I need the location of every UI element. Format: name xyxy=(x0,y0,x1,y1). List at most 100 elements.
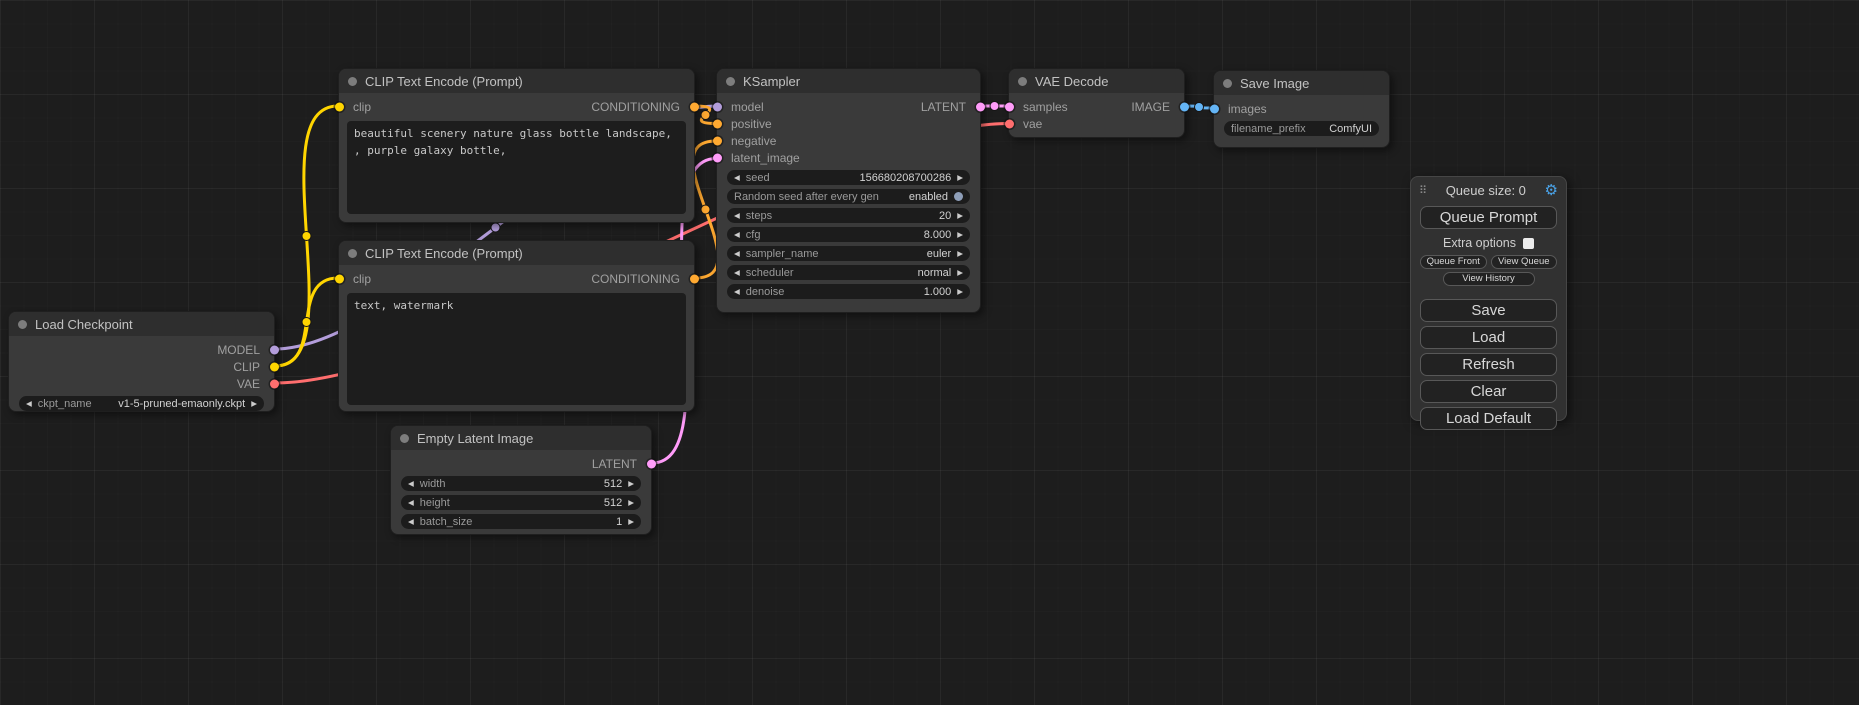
prev-value-icon[interactable]: ◀ xyxy=(26,400,32,408)
decrement-icon[interactable]: ◀ xyxy=(408,518,414,526)
queue-size-label: Queue size: 0 xyxy=(1427,183,1544,198)
collapse-dot-icon[interactable] xyxy=(1018,77,1027,86)
extra-options-label: Extra options xyxy=(1443,236,1516,250)
increment-icon[interactable]: ▶ xyxy=(957,212,963,220)
node-clip-text-encode-negative[interactable]: CLIP Text Encode (Prompt) clip CONDITION… xyxy=(338,240,695,412)
decrement-icon[interactable]: ◀ xyxy=(734,212,740,220)
save-button[interactable]: Save xyxy=(1420,299,1557,322)
negative-input-port[interactable] xyxy=(713,136,722,145)
increment-icon[interactable]: ▶ xyxy=(628,480,634,488)
node-title: KSampler xyxy=(743,74,800,89)
cfg-widget[interactable]: ◀ cfg 8.000 ▶ xyxy=(727,227,970,242)
seed-widget[interactable]: ◀ seed 156680208700286 ▶ xyxy=(727,170,970,185)
width-widget[interactable]: ◀ width 512 ▶ xyxy=(401,476,641,491)
model-input-port[interactable] xyxy=(713,102,722,111)
node-ksampler[interactable]: KSampler model LATENT positive negative … xyxy=(716,68,981,313)
port-label: images xyxy=(1228,102,1267,116)
queue-front-button[interactable]: Queue Front xyxy=(1420,255,1487,269)
collapse-dot-icon[interactable] xyxy=(348,249,357,258)
prev-value-icon[interactable]: ◀ xyxy=(734,269,740,277)
node-empty-latent-image[interactable]: Empty Latent Image LATENT ◀ width 512 ▶ … xyxy=(390,425,652,535)
decrement-icon[interactable]: ◀ xyxy=(408,480,414,488)
latent-output-port[interactable] xyxy=(647,459,656,468)
decrement-icon[interactable]: ◀ xyxy=(408,499,414,507)
node-title-bar[interactable]: KSampler xyxy=(717,69,980,93)
scheduler-widget[interactable]: ◀ scheduler normal ▶ xyxy=(727,265,970,280)
positive-input-port[interactable] xyxy=(713,119,722,128)
node-vae-decode[interactable]: VAE Decode samples IMAGE vae xyxy=(1008,68,1185,138)
vae-input-port[interactable] xyxy=(1005,119,1014,128)
batch-size-widget[interactable]: ◀ batch_size 1 ▶ xyxy=(401,514,641,529)
node-title: CLIP Text Encode (Prompt) xyxy=(365,246,523,261)
port-label: samples xyxy=(1023,100,1068,114)
conditioning-output-port[interactable] xyxy=(690,274,699,283)
collapse-dot-icon[interactable] xyxy=(400,434,409,443)
negative-prompt-textarea[interactable]: text, watermark xyxy=(347,293,686,405)
next-value-icon[interactable]: ▶ xyxy=(957,269,963,277)
clip-output-port[interactable] xyxy=(270,362,279,371)
view-queue-button[interactable]: View Queue xyxy=(1491,255,1558,269)
ckpt-name-widget[interactable]: ◀ ckpt_name v1-5-pruned-emaonly.ckpt ▶ xyxy=(19,396,264,411)
model-output-port[interactable] xyxy=(270,345,279,354)
vae-output-port[interactable] xyxy=(270,379,279,388)
increment-icon[interactable]: ▶ xyxy=(628,518,634,526)
drag-handle-icon[interactable]: ⠿ xyxy=(1419,184,1427,197)
clip-input-port[interactable] xyxy=(335,102,344,111)
load-default-button[interactable]: Load Default xyxy=(1420,407,1557,430)
node-title: CLIP Text Encode (Prompt) xyxy=(365,74,523,89)
link-midpoint-dot xyxy=(701,205,710,214)
node-title-bar[interactable]: CLIP Text Encode (Prompt) xyxy=(339,241,694,265)
node-title-bar[interactable]: CLIP Text Encode (Prompt) xyxy=(339,69,694,93)
increment-icon[interactable]: ▶ xyxy=(628,499,634,507)
toggle-indicator-icon xyxy=(954,192,963,201)
node-clip-text-encode-positive[interactable]: CLIP Text Encode (Prompt) clip CONDITION… xyxy=(338,68,695,223)
latent-image-input-port[interactable] xyxy=(713,153,722,162)
collapse-dot-icon[interactable] xyxy=(726,77,735,86)
images-input-port[interactable] xyxy=(1210,104,1219,113)
denoise-widget[interactable]: ◀ denoise 1.000 ▶ xyxy=(727,284,970,299)
prev-value-icon[interactable]: ◀ xyxy=(734,250,740,258)
increment-icon[interactable]: ▶ xyxy=(957,231,963,239)
port-label: CONDITIONING xyxy=(591,100,680,114)
decrement-icon[interactable]: ◀ xyxy=(734,174,740,182)
collapse-dot-icon[interactable] xyxy=(1223,79,1232,88)
clip-input-port[interactable] xyxy=(335,274,344,283)
collapse-dot-icon[interactable] xyxy=(18,320,27,329)
decrement-icon[interactable]: ◀ xyxy=(734,288,740,296)
refresh-button[interactable]: Refresh xyxy=(1420,353,1557,376)
conditioning-output-port[interactable] xyxy=(690,102,699,111)
next-value-icon[interactable]: ▶ xyxy=(251,400,257,408)
sampler-name-widget[interactable]: ◀ sampler_name euler ▶ xyxy=(727,246,970,261)
port-label: LATENT xyxy=(592,457,637,471)
settings-gear-icon[interactable]: ⚙ xyxy=(1545,183,1558,198)
latent-output-port[interactable] xyxy=(976,102,985,111)
node-graph-canvas[interactable]: Load Checkpoint MODEL CLIP VAE ◀ ckpt_na… xyxy=(0,0,1859,705)
node-title-bar[interactable]: VAE Decode xyxy=(1009,69,1184,93)
collapse-dot-icon[interactable] xyxy=(348,77,357,86)
load-button[interactable]: Load xyxy=(1420,326,1557,349)
image-output-port[interactable] xyxy=(1180,102,1189,111)
decrement-icon[interactable]: ◀ xyxy=(734,231,740,239)
node-title-bar[interactable]: Save Image xyxy=(1214,71,1389,95)
port-label: clip xyxy=(353,100,371,114)
next-value-icon[interactable]: ▶ xyxy=(957,250,963,258)
queue-prompt-button[interactable]: Queue Prompt xyxy=(1420,206,1557,229)
height-widget[interactable]: ◀ height 512 ▶ xyxy=(401,495,641,510)
node-save-image[interactable]: Save Image images filename_prefix ComfyU… xyxy=(1213,70,1390,148)
samples-input-port[interactable] xyxy=(1005,102,1014,111)
extra-options-checkbox[interactable] xyxy=(1523,238,1534,249)
random-seed-toggle-widget[interactable]: Random seed after every gen enabled xyxy=(727,189,970,204)
node-title-bar[interactable]: Load Checkpoint xyxy=(9,312,274,336)
positive-prompt-textarea[interactable]: beautiful scenery nature glass bottle la… xyxy=(347,121,686,214)
node-title: Save Image xyxy=(1240,76,1309,91)
filename-prefix-widget[interactable]: filename_prefix ComfyUI xyxy=(1224,121,1379,136)
queue-panel[interactable]: ⠿ Queue size: 0 ⚙ Queue Prompt Extra opt… xyxy=(1410,176,1567,421)
clear-button[interactable]: Clear xyxy=(1420,380,1557,403)
increment-icon[interactable]: ▶ xyxy=(957,288,963,296)
view-history-button[interactable]: View History xyxy=(1443,272,1535,286)
port-label: vae xyxy=(1023,117,1042,131)
increment-icon[interactable]: ▶ xyxy=(957,174,963,182)
node-load-checkpoint[interactable]: Load Checkpoint MODEL CLIP VAE ◀ ckpt_na… xyxy=(8,311,275,412)
node-title-bar[interactable]: Empty Latent Image xyxy=(391,426,651,450)
steps-widget[interactable]: ◀ steps 20 ▶ xyxy=(727,208,970,223)
